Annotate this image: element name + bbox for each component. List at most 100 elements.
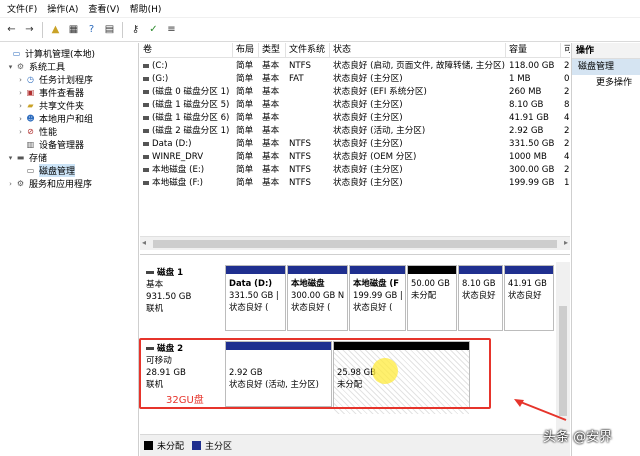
table-row[interactable]: Data (D:) 简单 基本 NTFS 状态良好 (主分区) 331.50 GB 2 — [140, 138, 570, 151]
cell-layout: 简单 — [233, 151, 259, 164]
cell-text: 简单 — [236, 139, 254, 149]
tree-item-disk-management[interactable]: ▭ 磁盘管理 — [16, 164, 76, 177]
actions-section-disk-management[interactable]: 磁盘管理 — [572, 59, 640, 75]
properties-icon[interactable]: ▦ — [66, 22, 81, 37]
tree-item-local-users[interactable]: › ☻ 本地用户和组 — [16, 112, 93, 125]
disk-1-info[interactable]: 磁盘 1 基本 931.50 GB 联机 — [146, 267, 226, 315]
chevron-right-icon[interactable]: › — [16, 115, 25, 123]
tree-item-services-apps[interactable]: › ⚙ 服务和应用程序 — [6, 177, 92, 190]
cell-text: NTFS — [289, 61, 311, 71]
tree-item-event-viewer[interactable]: › ▣ 事件查看器 — [16, 86, 84, 99]
cell-text: 基本 — [262, 61, 280, 71]
partition-d[interactable]: Data (D:) 331.50 GB | 状态良好 ( — [225, 265, 286, 331]
tree-item-device-manager[interactable]: ▥ 设备管理器 — [16, 138, 84, 151]
clock-icon: ◷ — [27, 75, 34, 84]
column-header-free[interactable]: 可 — [561, 43, 570, 58]
partition-6[interactable]: 41.91 GB 状态良好 — [504, 265, 554, 331]
cell-free: 2 — [561, 164, 570, 177]
tree-label: 磁盘管理 — [39, 164, 76, 177]
column-header-layout[interactable]: 布局 — [233, 43, 259, 58]
cell-text: 简单 — [236, 113, 254, 123]
table-row[interactable]: (磁盘 1 磁盘分区 5) 简单 基本 状态良好 (主分区) 8.10 GB 8 — [140, 99, 570, 112]
chevron-right-icon[interactable]: › — [16, 89, 25, 97]
scroll-thumb[interactable] — [153, 240, 557, 248]
cell-filesystem: FAT — [286, 73, 330, 86]
partition-size: 331.50 GB | — [229, 290, 279, 300]
table-row[interactable]: (磁盘 1 磁盘分区 6) 简单 基本 状态良好 (主分区) 41.91 GB 4 — [140, 112, 570, 125]
cell-text: 基本 — [262, 152, 280, 162]
folder-up-icon[interactable]: ▲ — [48, 22, 63, 37]
annotation-arrow — [514, 399, 567, 421]
grid-icon[interactable]: ▤ — [102, 22, 117, 37]
partition-e[interactable]: 本地磁盘 300.00 GB N 状态良好 ( — [287, 265, 348, 331]
volume-icon — [143, 102, 149, 107]
tools-icon: ⚙ — [16, 62, 25, 71]
chevron-down-icon[interactable]: ▾ — [6, 63, 15, 71]
cell-capacity: 1 MB — [506, 73, 561, 86]
table-row[interactable]: (G:) 简单 基本 FAT 状态良好 (主分区) 1 MB 0 — [140, 73, 570, 86]
tree-item-system-tools[interactable]: ▾ ⚙ 系统工具 — [6, 60, 65, 73]
menu-file[interactable]: 文件(F) — [2, 2, 42, 15]
cell-layout: 简单 — [233, 73, 259, 86]
disk-status: 联机 — [146, 304, 164, 314]
partition-size: 8.10 GB — [462, 278, 496, 288]
partition-status: 状态良好 ( — [353, 302, 393, 312]
help-icon[interactable]: ? — [84, 22, 99, 37]
more-actions-link[interactable]: 更多操作 — [572, 75, 640, 91]
cell-layout: 简单 — [233, 177, 259, 190]
tree-item-computer-management[interactable]: ▭ 计算机管理(本地) — [2, 47, 95, 60]
table-row[interactable]: 本地磁盘 (F:) 简单 基本 NTFS 状态良好 (主分区) 199.99 GB 1 — [140, 177, 570, 190]
cell-free: 2 — [561, 125, 570, 138]
tree-item-task-scheduler[interactable]: › ◷ 任务计划程序 — [16, 73, 93, 86]
checkmark-icon[interactable]: ✓ — [146, 22, 161, 37]
forward-icon[interactable]: → — [22, 22, 37, 37]
column-header-status[interactable]: 状态 — [330, 43, 506, 58]
table-row[interactable]: WINRE_DRV 简单 基本 NTFS 状态良好 (OEM 分区) 1000 MB 4 — [140, 151, 570, 164]
partition-unallocated[interactable]: 50.00 GB 未分配 — [407, 265, 457, 331]
partition-color-bar — [408, 266, 456, 274]
tree-item-performance[interactable]: › ⊘ 性能 — [16, 125, 57, 138]
chevron-down-icon[interactable]: ▾ — [6, 154, 15, 162]
list-icon[interactable]: ≡ — [164, 22, 179, 37]
cell-filesystem: NTFS — [286, 60, 330, 73]
cell-text: 2 — [564, 126, 570, 136]
column-header-capacity[interactable]: 容量 — [506, 43, 561, 58]
column-header-filesystem[interactable]: 文件系统 — [286, 43, 330, 58]
chevron-right-icon[interactable]: › — [16, 128, 25, 136]
cell-filesystem: NTFS — [286, 151, 330, 164]
cell-volume: WINRE_DRV — [140, 151, 233, 164]
menu-action[interactable]: 操作(A) — [42, 2, 83, 15]
scroll-right-icon[interactable]: ▸ — [564, 238, 568, 247]
tree-item-storage[interactable]: ▾ ▬ 存储 — [6, 151, 47, 164]
chevron-right-icon[interactable]: › — [16, 76, 25, 84]
cell-capacity: 331.50 GB — [506, 138, 561, 151]
cell-status: 状态良好 (EFI 系统分区) — [330, 86, 506, 99]
cell-free: 0 — [561, 73, 570, 86]
menu-view[interactable]: 查看(V) — [83, 2, 124, 15]
tree-item-shared-folders[interactable]: › ▰ 共享文件夹 — [16, 99, 84, 112]
table-row[interactable]: 本地磁盘 (E:) 简单 基本 NTFS 状态良好 (主分区) 300.00 GB 2 — [140, 164, 570, 177]
column-header-volume[interactable]: 卷 — [140, 43, 233, 58]
table-row[interactable]: (磁盘 2 磁盘分区 1) 简单 基本 状态良好 (活动, 主分区) 2.92 GB 2 — [140, 125, 570, 138]
cell-text: 简单 — [236, 165, 254, 175]
partition-5[interactable]: 8.10 GB 状态良好 — [458, 265, 503, 331]
cell-text: FAT — [289, 74, 304, 84]
partition-f[interactable]: 本地磁盘 (F 199.99 GB | 状态良好 ( — [349, 265, 406, 331]
menu-help[interactable]: 帮助(H) — [125, 2, 167, 15]
key-icon[interactable]: ⚷ — [128, 22, 143, 37]
table-row[interactable]: (磁盘 0 磁盘分区 1) 简单 基本 状态良好 (EFI 系统分区) 260 MB 2 — [140, 86, 570, 99]
table-row[interactable]: (C:) 简单 基本 NTFS 状态良好 (启动, 页面文件, 故障转储, 主分区) 11… — [140, 60, 570, 73]
cell-layout: 简单 — [233, 112, 259, 125]
column-header-type[interactable]: 类型 — [259, 43, 286, 58]
chevron-right-icon[interactable]: › — [16, 102, 25, 110]
cell-text: (磁盘 1 磁盘分区 6) — [152, 113, 230, 123]
cell-status: 状态良好 (主分区) — [330, 138, 506, 151]
horizontal-scrollbar[interactable]: ◂ ▸ — [140, 236, 570, 250]
scroll-left-icon[interactable]: ◂ — [142, 238, 146, 247]
legend: 未分配 主分区 — [140, 434, 570, 456]
back-icon[interactable]: ← — [4, 22, 19, 37]
cell-free: 4 — [561, 151, 570, 164]
cell-capacity: 260 MB — [506, 86, 561, 99]
chevron-right-icon[interactable]: › — [6, 180, 15, 188]
cell-type: 基本 — [259, 177, 286, 190]
